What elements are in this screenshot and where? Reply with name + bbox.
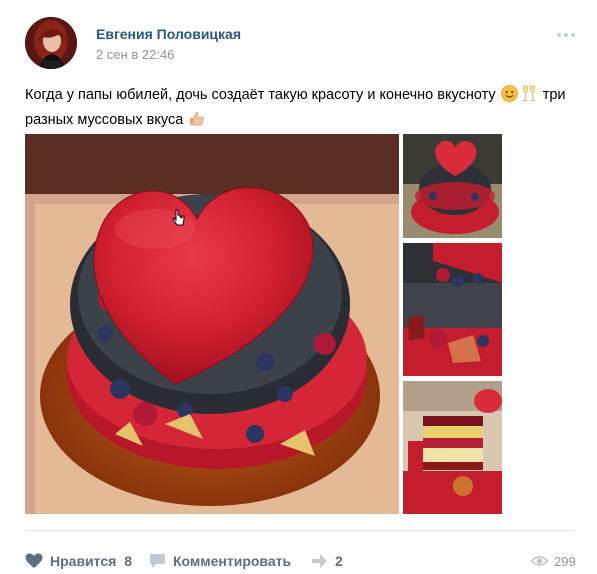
champagne-glasses-emoji xyxy=(520,85,538,109)
cake-top-view-thumb[interactable] xyxy=(403,134,502,238)
mouse-cursor-icon xyxy=(172,209,186,232)
author-avatar[interactable] xyxy=(25,17,77,69)
share-count: 2 xyxy=(335,553,343,569)
heart-icon xyxy=(25,553,43,568)
post-actions-bar: Нравится 8 Комментировать 2 299 xyxy=(0,530,597,574)
share-button[interactable]: 2 xyxy=(311,550,343,572)
comment-label: Комментировать xyxy=(173,553,292,569)
views-counter: 299 xyxy=(531,550,576,572)
cake-slice-thumb[interactable] xyxy=(403,381,502,514)
heart-cake-photo[interactable] xyxy=(25,134,399,514)
wall-post: Евгения Половицкая 2 сен в 22:46 Когда у… xyxy=(0,0,597,574)
footer-divider xyxy=(25,530,575,531)
views-count: 299 xyxy=(554,553,576,569)
eye-icon xyxy=(531,556,548,566)
post-text-part1: Когда у папы юбилей, дочь создаёт такую … xyxy=(25,87,496,103)
post-text: Когда у папы юбилей, дочь создаёт такую … xyxy=(25,84,575,134)
author-name[interactable]: Евгения Половицкая xyxy=(96,26,241,42)
cake-side-closeup-thumb[interactable] xyxy=(403,243,502,376)
like-label: Нравится xyxy=(50,553,117,569)
thumbs-up-emoji xyxy=(188,110,205,134)
smiling-face-emoji xyxy=(500,85,518,109)
share-icon xyxy=(312,554,327,568)
post-text-part2: три xyxy=(542,87,566,103)
like-count: 8 xyxy=(124,553,133,569)
like-button[interactable]: Нравится 8 xyxy=(25,550,132,572)
comment-icon xyxy=(150,554,165,568)
post-text-part3: разных муссовых вкуса xyxy=(25,112,184,128)
comment-button[interactable]: Комментировать xyxy=(149,550,291,572)
more-options-icon[interactable] xyxy=(555,28,577,40)
post-date[interactable]: 2 сен в 22:46 xyxy=(96,47,174,62)
